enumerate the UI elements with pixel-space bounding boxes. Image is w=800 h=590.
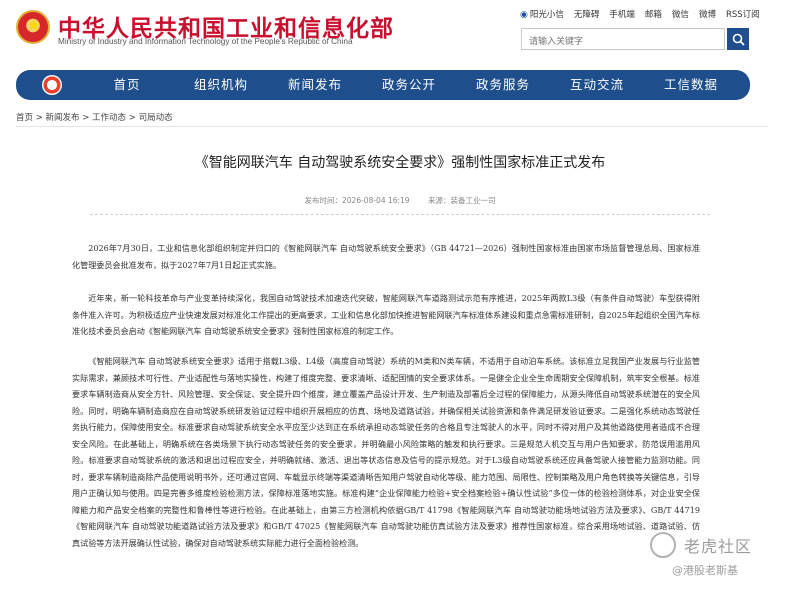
util-link-mobile[interactable]: 手机端 — [609, 8, 635, 20]
search-box — [521, 28, 725, 52]
nav-item-data[interactable]: 工信数据 — [644, 70, 738, 100]
search-button[interactable] — [727, 28, 749, 50]
publish-time: 发布时间：2026-08-04 16:19 — [304, 196, 410, 205]
nav-item-interaction[interactable]: 互动交流 — [550, 70, 644, 100]
article-paragraph: 近年来，新一轮科技革命与产业变革持续深化，我国自动驾驶技术加速迭代突破，智能网联… — [72, 293, 700, 336]
util-link-weibo[interactable]: 微博 — [699, 8, 716, 20]
sunshine-icon: ◉ — [520, 10, 528, 20]
miit-logo-icon[interactable] — [42, 75, 62, 95]
util-link-wechat[interactable]: 微信 — [672, 8, 689, 20]
divider — [16, 126, 768, 127]
nav-item-organization[interactable]: 组织机构 — [174, 70, 268, 100]
nav-item-gov-affairs[interactable]: 政务公开 — [362, 70, 456, 100]
util-link-mail[interactable]: 邮箱 — [645, 8, 662, 20]
article-title: 《智能网联汽车 自动驾驶系统安全要求》强制性国家标准正式发布 — [194, 155, 606, 171]
search-input[interactable] — [522, 32, 724, 52]
util-link-rss[interactable]: RSS订阅 — [726, 8, 760, 20]
watermark: 老虎社区 @港股老斯基 — [650, 528, 800, 590]
divider — [90, 214, 710, 215]
breadcrumb[interactable]: 首页 > 新闻发布 > 工作动态 > 司局动态 — [16, 111, 173, 123]
utility-links: ◉ 阳光小信 无障碍 手机端 邮箱 微信 微博 RSS订阅 — [520, 8, 760, 20]
search-icon — [732, 33, 745, 46]
tiger-logo-icon — [650, 532, 676, 558]
article-source: 来源：装备工业一司 — [427, 196, 496, 205]
nav-item-gov-services[interactable]: 政务服务 — [456, 70, 550, 100]
national-emblem-icon[interactable] — [16, 10, 50, 44]
article-meta: 发布时间：2026-08-04 16:19 来源：装备工业一司 — [0, 195, 800, 206]
nav-item-news[interactable]: 新闻发布 — [268, 70, 362, 100]
util-link-accessibility[interactable]: 无障碍 — [574, 8, 600, 20]
nav-item-home[interactable]: 首页 — [80, 70, 174, 100]
main-nav: 首页 组织机构 新闻发布 政务公开 政务服务 互动交流 工信数据 — [16, 70, 750, 100]
article-paragraph: 2026年7月30日，工业和信息化部组织制定并归口的《智能网联汽车 自动驾驶系统… — [72, 243, 700, 270]
watermark-sub: @港股老斯基 — [672, 564, 738, 577]
site-header: 中华人民共和国工业和信息化部 Ministry of Industry and … — [0, 0, 800, 66]
util-link-sunshine[interactable]: ◉ 阳光小信 — [520, 8, 564, 20]
watermark-main: 老虎社区 — [684, 537, 753, 556]
article-paragraph: 《智能网联汽车 自动驾驶系统安全要求》适用于搭载L3级、L4级（高度自动驾驶）系… — [72, 356, 700, 548]
site-subtitle: Ministry of Industry and Information Tec… — [58, 37, 353, 46]
